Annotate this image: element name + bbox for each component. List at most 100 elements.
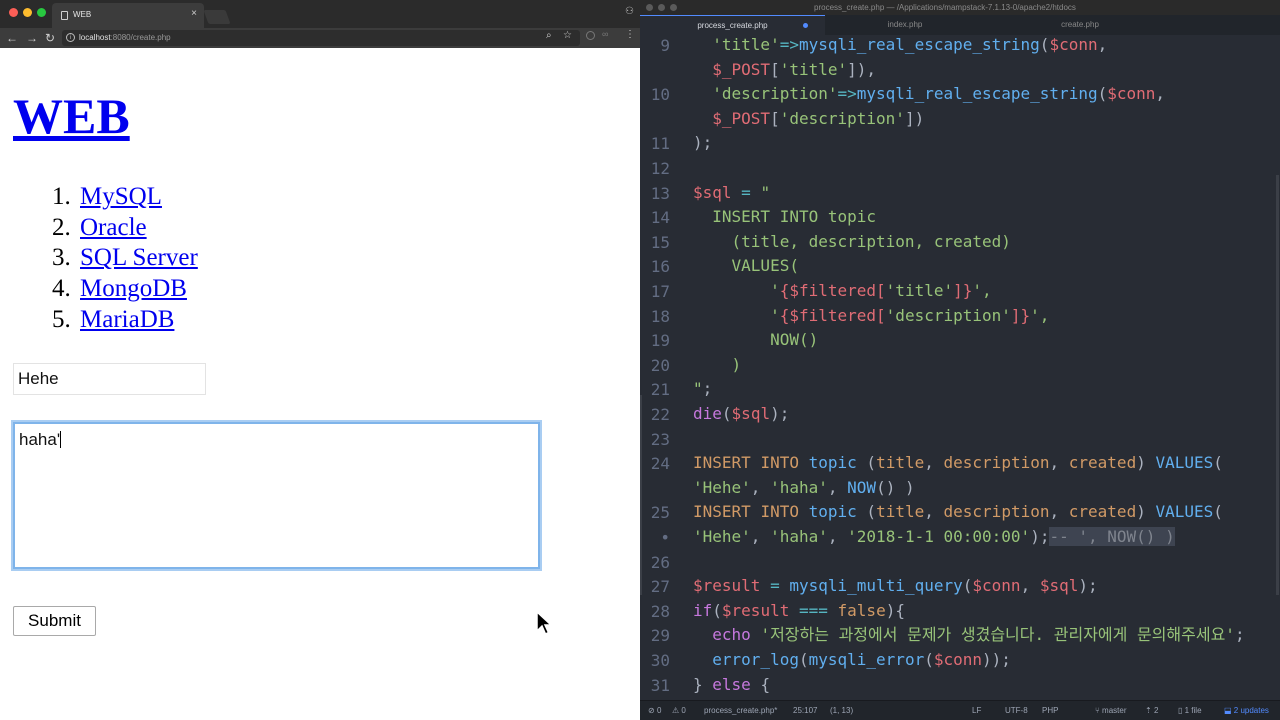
description-text: haha' bbox=[19, 430, 61, 449]
code-line[interactable]: INSERT INTO topic bbox=[693, 207, 876, 227]
line-number: 30 bbox=[650, 651, 670, 670]
description-textarea[interactable]: haha' bbox=[13, 422, 540, 569]
list-item: 3. SQL Server bbox=[52, 243, 198, 274]
updates[interactable]: ⬓ 2 updates bbox=[1224, 706, 1269, 715]
info-icon[interactable]: i bbox=[66, 33, 75, 42]
git-files[interactable]: ▯ 1 file bbox=[1178, 706, 1202, 715]
code-line[interactable]: die($sql); bbox=[693, 404, 789, 424]
code-line[interactable]: '{$filtered['title']}', bbox=[693, 281, 992, 301]
url-text[interactable]: localhost:8080/create.php bbox=[79, 33, 171, 42]
editor-tabbar: process_create.php index.php create.php bbox=[640, 15, 1280, 35]
cursor-position[interactable]: 25:107 bbox=[793, 706, 817, 715]
minimize-window-button[interactable] bbox=[23, 8, 32, 17]
git-branch[interactable]: ⑂ master bbox=[1095, 706, 1126, 715]
forward-icon[interactable]: → bbox=[26, 30, 38, 46]
code-line[interactable]: '{$filtered['description']}', bbox=[693, 306, 1049, 326]
close-window-button[interactable] bbox=[646, 4, 653, 11]
topic-link-mariadb[interactable]: MariaDB bbox=[80, 306, 174, 333]
topic-link-mysql[interactable]: MySQL bbox=[80, 183, 162, 210]
topic-link-mongodb[interactable]: MongoDB bbox=[80, 275, 187, 302]
code-line[interactable]: $_POST['description']) bbox=[693, 109, 924, 129]
list-number: 2. bbox=[52, 213, 71, 241]
code-line[interactable]: 'Hehe', 'haha', NOW() ) bbox=[693, 478, 915, 498]
url-path: :8080/create.php bbox=[110, 33, 171, 42]
topic-list: 1. MySQL 2. Oracle 3. SQL Server 4. MongoDB … bbox=[52, 182, 198, 336]
reload-icon[interactable]: ↻ bbox=[45, 30, 55, 46]
git-push[interactable]: ⇡ 2 bbox=[1145, 706, 1158, 715]
tab-index[interactable]: index.php bbox=[820, 15, 990, 35]
topic-link-sql-server[interactable]: SQL Server bbox=[80, 244, 198, 271]
list-item: 4. MongoDB bbox=[52, 274, 198, 305]
title-input[interactable]: Hehe bbox=[13, 363, 206, 395]
zoom-icon[interactable]: ⌕ bbox=[546, 30, 552, 41]
code-line[interactable]: if($result === false){ bbox=[693, 601, 905, 621]
line-number: 24 bbox=[650, 454, 670, 474]
maximize-window-button[interactable] bbox=[37, 8, 46, 17]
code-line[interactable]: ); bbox=[693, 133, 712, 153]
code-line[interactable]: 'title'=>mysqli_real_escape_string($conn… bbox=[693, 35, 1107, 55]
tab-create[interactable]: create.php bbox=[990, 15, 1170, 35]
line-number: 27 bbox=[650, 577, 670, 597]
menu-icon[interactable]: ⋮ bbox=[625, 29, 635, 40]
git-branch-name: master bbox=[1102, 706, 1127, 715]
star-icon[interactable]: ☆ bbox=[563, 30, 572, 41]
line-ending[interactable]: LF bbox=[972, 706, 981, 715]
code-line[interactable]: NOW() bbox=[693, 330, 818, 350]
maximize-window-button[interactable] bbox=[670, 4, 677, 11]
page-favicon-icon bbox=[61, 11, 68, 20]
code-line[interactable]: $sql = " bbox=[693, 183, 770, 203]
line-number-gutter: 9 10 11 12 13 14 15 16 17 18 19 20 21 22 23 24 25 • 26 27 28… bbox=[640, 35, 684, 700]
close-window-button[interactable] bbox=[9, 8, 18, 17]
list-number: 1. bbox=[52, 183, 71, 210]
line-number: 19 bbox=[650, 331, 670, 351]
scrollbar[interactable] bbox=[1276, 175, 1279, 595]
tab-process-create[interactable]: process_create.php bbox=[640, 15, 825, 35]
code-line[interactable]: echo '저장하는 과정에서 문제가 생겼습니다. 관리자에게 문의해주세요'… bbox=[693, 625, 1244, 645]
url-host: localhost bbox=[79, 33, 111, 42]
code-line[interactable]: } else { bbox=[693, 675, 770, 695]
code-line[interactable]: $_POST['title']), bbox=[693, 60, 876, 80]
code-line[interactable]: INSERT INTO topic (title, description, c… bbox=[693, 453, 1223, 473]
minimize-window-button[interactable] bbox=[658, 4, 665, 11]
line-number: 10 bbox=[650, 85, 670, 105]
list-number: 5. bbox=[52, 305, 71, 333]
code-area[interactable]: 'title'=>mysqli_real_escape_string($conn… bbox=[693, 35, 1280, 700]
browser-tabstrip: WEB × ⚇ bbox=[0, 0, 640, 28]
tab-title: WEB bbox=[73, 10, 92, 19]
topic-link-oracle[interactable]: Oracle bbox=[80, 214, 147, 241]
line-number: 9 bbox=[660, 36, 670, 55]
browser-tab[interactable]: WEB × bbox=[52, 3, 204, 28]
line-number: 11 bbox=[650, 134, 670, 154]
selection-count[interactable]: (1, 13) bbox=[830, 706, 853, 715]
code-line[interactable]: VALUES( bbox=[693, 256, 799, 276]
status-filename[interactable]: process_create.php* bbox=[704, 706, 777, 715]
code-line[interactable]: ) bbox=[693, 355, 742, 375]
web-page: WEB 1. MySQL 2. Oracle 3. SQL Server 4. Mong… bbox=[0, 48, 640, 720]
encoding[interactable]: UTF-8 bbox=[1005, 706, 1028, 715]
extension-icon[interactable]: ∞ bbox=[602, 29, 608, 39]
code-line[interactable]: INSERT INTO topic (title, description, c… bbox=[693, 502, 1223, 522]
profile-icon[interactable]: ⚇ bbox=[625, 6, 634, 17]
extension-icon[interactable] bbox=[586, 31, 595, 40]
error-count[interactable]: ⊘ 0 bbox=[648, 706, 661, 715]
code-line[interactable]: error_log(mysqli_error($conn)); bbox=[693, 650, 1011, 670]
code-line[interactable]: "; bbox=[693, 379, 712, 399]
warning-count[interactable]: ⚠ 0 bbox=[672, 706, 686, 715]
code-line[interactable]: 'description'=>mysqli_real_escape_string… bbox=[693, 84, 1165, 104]
line-number: 16 bbox=[650, 257, 670, 277]
browser-window: WEB × ⚇ ← → ↻ i localhost:8080/create.ph… bbox=[0, 0, 640, 720]
tab-close-icon[interactable]: × bbox=[191, 8, 197, 19]
back-icon[interactable]: ← bbox=[6, 30, 18, 46]
mouse-pointer-icon bbox=[536, 611, 552, 636]
new-tab-button[interactable] bbox=[203, 10, 231, 24]
code-line[interactable]: 'Hehe', 'haha', '2018-1-1 00:00:00');-- … bbox=[693, 527, 1175, 547]
line-number: 23 bbox=[650, 429, 670, 449]
line-number: 29 bbox=[650, 626, 670, 646]
submit-button[interactable]: Submit bbox=[13, 606, 96, 636]
code-line[interactable]: $result = mysqli_multi_query($conn, $sql… bbox=[693, 576, 1098, 596]
code-line[interactable]: (title, description, created) bbox=[693, 232, 1011, 252]
line-number: 22 bbox=[650, 405, 670, 424]
grammar[interactable]: PHP bbox=[1042, 706, 1058, 715]
home-link[interactable]: WEB bbox=[13, 88, 130, 144]
address-bar[interactable]: i localhost:8080/create.php bbox=[62, 30, 580, 46]
